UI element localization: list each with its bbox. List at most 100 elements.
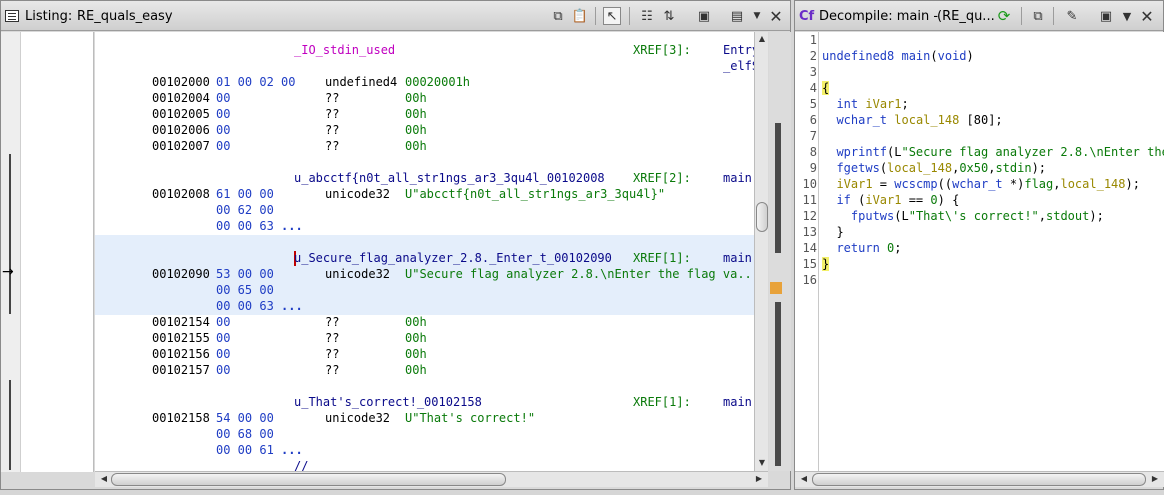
close-icon[interactable]: ✕: [1138, 7, 1156, 26]
decompile-line[interactable]: 14 return 0;: [795, 240, 1164, 256]
xref-target[interactable]: _elfS: [723, 58, 754, 74]
bytes[interactable]: 00: [216, 362, 230, 378]
refresh-icon[interactable]: ⟳: [995, 7, 1013, 25]
cursor-select-icon[interactable]: ↖: [603, 7, 621, 25]
code-token[interactable]: flag: [1024, 177, 1053, 191]
mnemonic[interactable]: unicode32: [325, 410, 390, 426]
decompile-line[interactable]: 4{: [795, 80, 1164, 96]
mnemonic[interactable]: ??: [325, 106, 339, 122]
code-text[interactable]: fgetws(local_148,0x50,stdin);: [822, 160, 1046, 176]
bytes[interactable]: 00 62 00: [216, 202, 274, 218]
bytes[interactable]: 00 00 63 ...: [216, 218, 303, 234]
code-token[interactable]: ,: [1039, 209, 1046, 223]
decompile-line[interactable]: 12 fputws(L"That\'s correct!",stdout);: [795, 208, 1164, 224]
code-token[interactable]: {: [822, 81, 830, 95]
code-token[interactable]: ) {: [938, 193, 960, 207]
mnemonic[interactable]: ??: [325, 138, 339, 154]
code-token[interactable]: (L: [894, 209, 908, 223]
comment[interactable]: //: [294, 458, 308, 471]
code-token[interactable]: (: [851, 193, 865, 207]
address[interactable]: 00102008: [152, 186, 210, 202]
code-token[interactable]: }: [822, 257, 830, 271]
mnemonic[interactable]: ??: [325, 122, 339, 138]
more-ellipsis[interactable]: ...: [274, 299, 303, 313]
decompile-line[interactable]: 6 wchar_t local_148 [80];: [795, 112, 1164, 128]
layout-icon[interactable]: ▤: [728, 7, 746, 25]
decompile-line[interactable]: 11 if (iVar1 == 0) {: [795, 192, 1164, 208]
bytes[interactable]: 00 00 63 ...: [216, 298, 303, 314]
copy-icon[interactable]: ⧉: [1029, 7, 1047, 25]
mnemonic[interactable]: unicode32: [325, 186, 390, 202]
address[interactable]: 00102090: [152, 266, 210, 282]
listing-vertical-scrollbar[interactable]: ▲ ▼: [754, 32, 768, 471]
decompile-titlebar[interactable]: Cf Decompile: main - (RE_qu... ⟳ ⧉ ✎ ▣ ▼…: [795, 1, 1163, 31]
bytes[interactable]: 00 65 00: [216, 282, 274, 298]
mnemonic[interactable]: ??: [325, 90, 339, 106]
code-token[interactable]: local_148: [887, 161, 952, 175]
mnemonic[interactable]: ??: [325, 314, 339, 330]
code-token[interactable]: wchar_t: [952, 177, 1003, 191]
code-text[interactable]: }: [822, 224, 843, 240]
code-token[interactable]: local_148: [894, 113, 959, 127]
code-token[interactable]: );: [1032, 161, 1046, 175]
code-text[interactable]: wprintf(L"Secure flag analyzer 2.8.\nEnt…: [822, 144, 1164, 160]
code-token[interactable]: ;: [894, 241, 901, 255]
code-text[interactable]: return 0;: [822, 240, 901, 256]
operand[interactable]: U"Secure flag analyzer 2.8.\nEnter the f…: [405, 266, 754, 282]
operand[interactable]: 00h: [405, 106, 427, 122]
decompile-line[interactable]: 15}: [795, 256, 1164, 272]
scroll-up-icon[interactable]: ▲: [755, 32, 769, 46]
address[interactable]: 00102007: [152, 138, 210, 154]
listing-label[interactable]: u_Secure_flag_analyzer_2.8._Enter_t_0010…: [294, 250, 612, 266]
code-token[interactable]: =: [873, 177, 895, 191]
code-text[interactable]: if (iVar1 == 0) {: [822, 192, 959, 208]
code-token[interactable]: [822, 209, 851, 223]
code-token[interactable]: [822, 177, 836, 191]
paste-icon[interactable]: 📋: [571, 7, 589, 25]
bytes[interactable]: 00: [216, 90, 230, 106]
decompile-line[interactable]: 16: [795, 272, 1164, 288]
more-ellipsis[interactable]: ...: [274, 219, 303, 233]
decompile-line[interactable]: 13 }: [795, 224, 1164, 240]
scroll-left-icon[interactable]: ◀: [97, 472, 111, 486]
code-token[interactable]: fputws: [851, 209, 894, 223]
snapshot-icon[interactable]: ▣: [1097, 7, 1115, 25]
operand[interactable]: U"abcctf{n0t_all_str1ngs_ar3_3qu4l}": [405, 186, 665, 202]
code-token[interactable]: wcscmp: [894, 177, 937, 191]
code-token[interactable]: (L: [887, 145, 901, 159]
bytes[interactable]: 61 00 00: [216, 186, 274, 202]
code-token[interactable]: local_148: [1060, 177, 1125, 191]
mnemonic[interactable]: unicode32: [325, 266, 390, 282]
decompile-line[interactable]: 5 int iVar1;: [795, 96, 1164, 112]
code-token[interactable]: }: [822, 225, 843, 239]
address[interactable]: 00102005: [152, 106, 210, 122]
operand[interactable]: 00h: [405, 362, 427, 378]
bytes[interactable]: 00 68 00: [216, 426, 274, 442]
code-token[interactable]: int: [836, 97, 858, 111]
scroll-down-icon[interactable]: ▼: [755, 456, 769, 470]
code-token[interactable]: "That\'s correct!": [909, 209, 1039, 223]
bytes[interactable]: 00: [216, 106, 230, 122]
decompile-line[interactable]: 3: [795, 64, 1164, 80]
code-token[interactable]: (: [880, 161, 887, 175]
address[interactable]: 00102157: [152, 362, 210, 378]
address[interactable]: 00102000: [152, 74, 210, 90]
address[interactable]: 00102154: [152, 314, 210, 330]
operand[interactable]: 00h: [405, 122, 427, 138]
snapshot-icon[interactable]: ▣: [695, 7, 713, 25]
code-token[interactable]: [822, 145, 836, 159]
decompile-line[interactable]: 1: [795, 32, 1164, 48]
operand[interactable]: 00h: [405, 330, 427, 346]
scroll-right-icon[interactable]: ▶: [1148, 472, 1162, 486]
operand[interactable]: U"That's correct!": [405, 410, 535, 426]
address[interactable]: 00102155: [152, 330, 210, 346]
mnemonic[interactable]: ??: [325, 346, 339, 362]
code-token[interactable]: wchar_t: [836, 113, 887, 127]
address[interactable]: 00102006: [152, 122, 210, 138]
code-token[interactable]: iVar1: [836, 177, 872, 191]
address[interactable]: 00102004: [152, 90, 210, 106]
code-token[interactable]: [822, 241, 836, 255]
bytes[interactable]: 01 00 02 00: [216, 74, 295, 90]
code-token[interactable]: [822, 113, 836, 127]
code-token[interactable]: return: [836, 241, 879, 255]
